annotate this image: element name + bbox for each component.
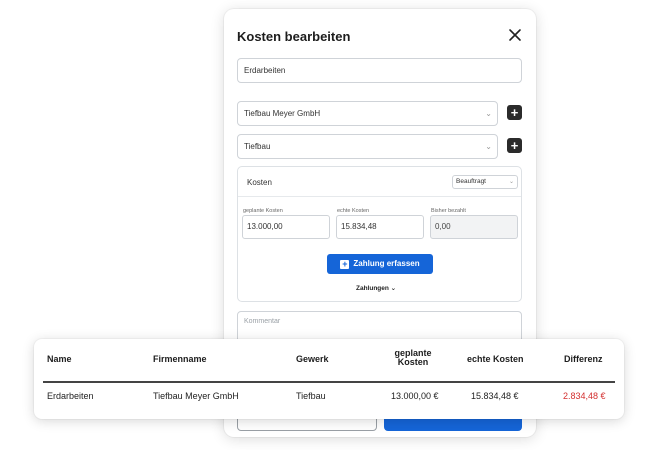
header-actual-costs: echte Kosten [467, 354, 524, 364]
name-input[interactable]: Erdarbeiten [237, 58, 522, 83]
costs-label: Kosten [247, 178, 272, 187]
cell-trade: Tiefbau [296, 391, 326, 401]
planned-costs-label: geplante Kosten [243, 208, 283, 214]
company-select-value: Tiefbau Meyer GmbH [244, 109, 321, 118]
plus-icon: + [510, 138, 519, 153]
header-company: Firmenname [153, 354, 207, 364]
chevron-down-icon: ⌄ [485, 109, 492, 118]
cell-planned-costs: 13.000,00 € [391, 391, 439, 401]
paid-so-far-input: 0,00 [430, 215, 518, 239]
comment-placeholder: Kommentar [244, 318, 281, 325]
plus-icon: + [510, 105, 519, 120]
costs-section: Kosten Beauftragt ⌄ geplante Kosten 13.0… [237, 166, 522, 302]
close-icon[interactable] [508, 28, 522, 42]
actual-costs-value: 15.834,48 [341, 222, 377, 231]
costs-section-header: Kosten Beauftragt ⌄ [238, 167, 521, 197]
cell-company: Tiefbau Meyer GmbH [153, 391, 239, 401]
add-payment-label: Zahlung erfassen [353, 259, 420, 268]
trade-select-value: Tiefbau [244, 142, 271, 151]
add-payment-button[interactable]: + Zahlung erfassen [327, 254, 433, 274]
actual-costs-input[interactable]: 15.834,48 [336, 215, 424, 239]
chevron-down-icon: ⌄ [508, 179, 514, 185]
payments-label: Zahlungen [356, 285, 389, 292]
chevron-down-icon: ⌄ [485, 142, 492, 151]
plus-icon: + [340, 259, 350, 269]
cell-difference: 2.834,48 € [563, 391, 606, 401]
trade-select[interactable]: Tiefbau ⌄ [237, 134, 498, 159]
paid-so-far-label: Bisher bezahlt [431, 208, 466, 214]
header-trade: Gewerk [296, 354, 329, 364]
cell-actual-costs: 15.834,48 € [471, 391, 519, 401]
actual-costs-label: echte Kosten [337, 208, 370, 214]
name-input-value: Erdarbeiten [244, 66, 286, 75]
add-company-button[interactable]: + [507, 105, 522, 120]
header-divider [43, 381, 615, 383]
add-trade-button[interactable]: + [507, 138, 522, 153]
modal-title: Kosten bearbeiten [237, 29, 351, 44]
planned-costs-input[interactable]: 13.000,00 [242, 215, 330, 239]
status-select[interactable]: Beauftragt ⌄ [452, 175, 518, 189]
company-select[interactable]: Tiefbau Meyer GmbH ⌄ [237, 101, 498, 126]
costs-table: Name Firmenname Gewerk geplante Kosten e… [34, 339, 624, 419]
payments-toggle[interactable]: Zahlungen ⌄ [356, 284, 396, 292]
status-select-value: Beauftragt [456, 178, 486, 185]
cell-name: Erdarbeiten [47, 391, 94, 401]
header-name: Name [47, 354, 72, 364]
header-difference: Differenz [564, 354, 603, 364]
paid-so-far-value: 0,00 [435, 222, 451, 231]
planned-costs-value: 13.000,00 [247, 222, 283, 231]
chevron-down-icon: ⌄ [390, 285, 397, 292]
header-planned-costs: geplante Kosten [394, 348, 432, 367]
